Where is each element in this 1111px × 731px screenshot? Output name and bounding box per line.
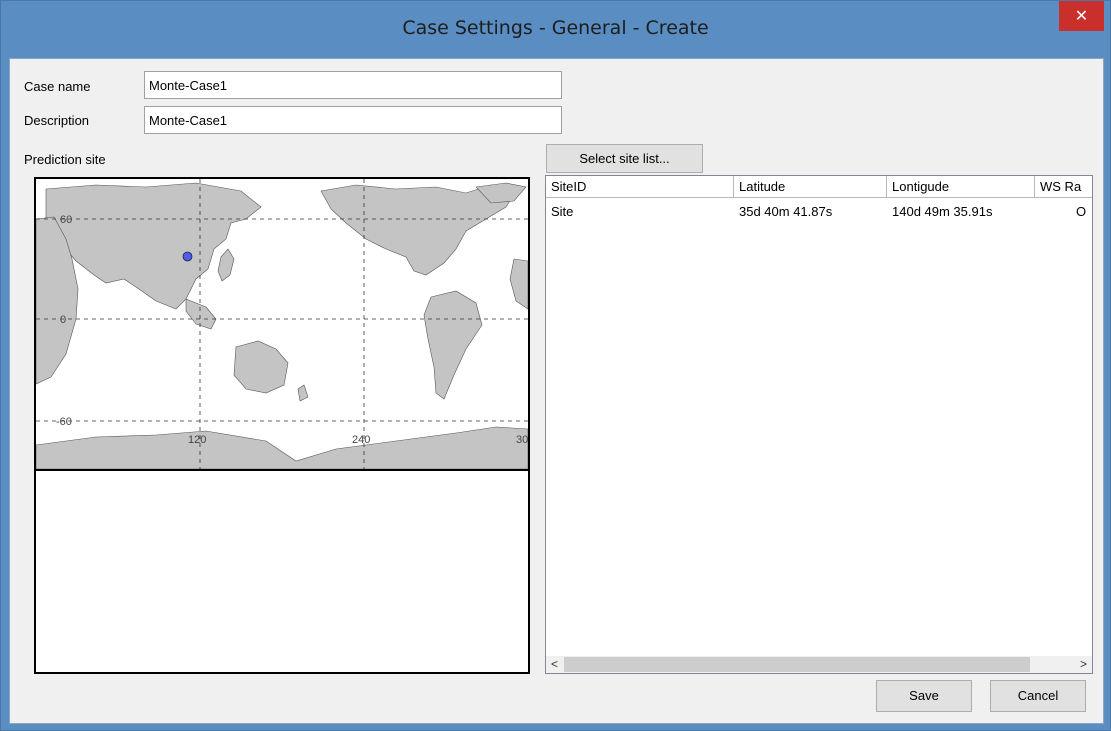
window-title: Case Settings - General - Create (402, 17, 709, 39)
dialog-client-area: Case name Description Prediction site Se… (9, 58, 1104, 724)
case-name-field[interactable] (144, 71, 562, 99)
cell-ws-ra: O (1076, 204, 1087, 219)
column-header-longitude[interactable]: Lontigude (887, 176, 1035, 198)
cancel-button[interactable]: Cancel (990, 680, 1086, 712)
column-header-siteid[interactable]: SiteID (546, 176, 734, 198)
description-label: Description (24, 113, 90, 128)
select-site-list-button[interactable]: Select site list... (546, 144, 703, 173)
lat-label-0: 0 (60, 314, 66, 326)
world-map[interactable]: 60 0 -60 120 240 30 (34, 177, 530, 471)
description-field[interactable] (144, 106, 562, 134)
lon-label-120: 120 (188, 434, 206, 446)
lon-label-300: 30 (516, 434, 528, 446)
lon-label-240: 240 (352, 434, 370, 446)
lat-label-60: 60 (60, 214, 72, 226)
case-name-label: Case name (24, 79, 91, 94)
cell-longitude: 140d 49m 35.91s (892, 204, 993, 219)
title-bar[interactable]: Case Settings - General - Create ✕ (1, 1, 1110, 59)
scroll-left-icon[interactable]: < (546, 656, 563, 673)
lat-label-neg60: -60 (56, 416, 72, 428)
map-canvas: 60 0 -60 120 240 30 (36, 179, 528, 469)
cell-latitude: 35d 40m 41.87s (739, 204, 833, 219)
column-header-latitude[interactable]: Latitude (734, 176, 887, 198)
scroll-right-icon[interactable]: > (1075, 656, 1092, 673)
site-marker[interactable] (182, 251, 193, 262)
horizontal-scrollbar[interactable]: < > (546, 656, 1092, 673)
scrollbar-thumb[interactable] (564, 657, 1030, 672)
prediction-site-label: Prediction site (24, 152, 106, 167)
dialog-window: Case Settings - General - Create ✕ Case … (0, 0, 1111, 731)
site-detail-panel (34, 469, 530, 674)
column-header-ws-ra[interactable]: WS Ra (1035, 176, 1092, 198)
cell-siteid: Site (551, 204, 574, 219)
site-list[interactable]: SiteID Latitude Lontigude WS Ra Site 35d… (545, 175, 1093, 674)
save-button[interactable]: Save (876, 680, 972, 712)
close-icon[interactable]: ✕ (1059, 1, 1104, 31)
